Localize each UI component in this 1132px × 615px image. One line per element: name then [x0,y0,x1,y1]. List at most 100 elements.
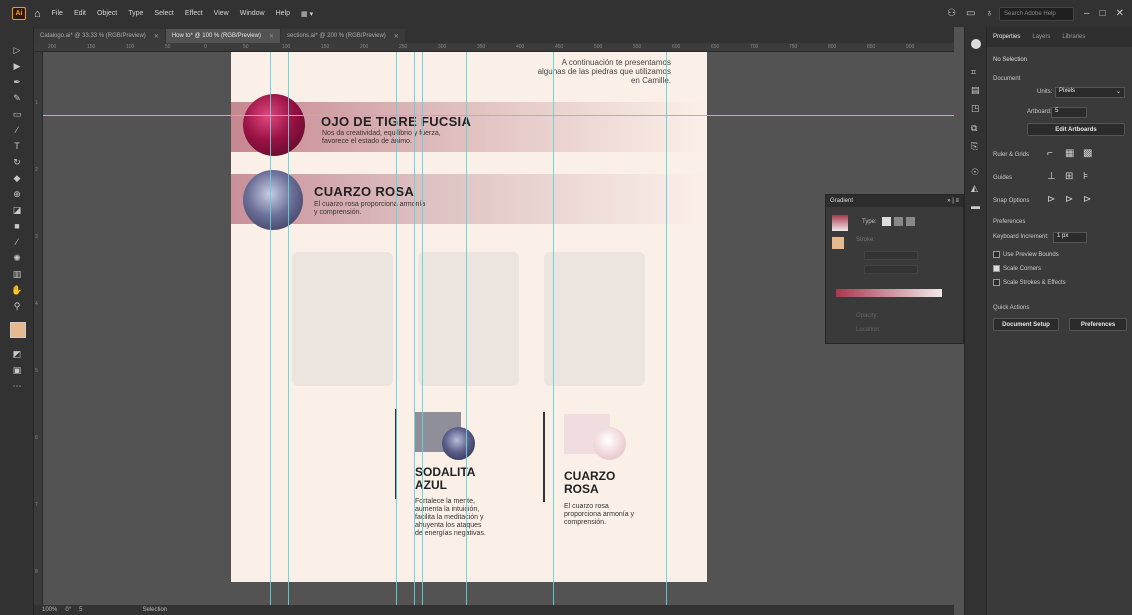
keyboard-increment-field[interactable]: 1 px [1053,232,1087,243]
vertical-guide[interactable] [288,52,289,605]
workspace-switcher-icon[interactable]: ▦ ▾ [301,10,313,18]
arrange-icon[interactable]: ▭ [966,8,975,19]
eyedropper-tool-icon[interactable]: ⁄ [10,235,24,249]
canvas[interactable]: A continuación te presentamos algunas de… [43,52,954,605]
symbol-sprayer-tool-icon[interactable]: ✺ [10,251,24,265]
minimize-icon[interactable]: – [1084,8,1090,19]
document-setup-button[interactable]: Document Setup [993,318,1059,331]
sodalita-stone-image[interactable] [442,427,475,460]
graph-tool-icon[interactable]: ▥ [10,267,24,281]
smart-guides-icon[interactable]: ⊧ [1083,171,1088,182]
tab-properties[interactable]: Properties [987,34,1026,40]
cuarzo-stone-image[interactable] [593,427,626,460]
vertical-guide[interactable] [553,52,554,605]
vertical-guide[interactable] [666,52,667,605]
scale-strokes-checkbox[interactable]: Scale Strokes & Effects [993,279,1066,286]
stone2-title[interactable]: CUARZO ROSA [314,184,414,199]
show-guides-icon[interactable]: ⊥ [1047,171,1056,182]
grid-icon[interactable]: ▦ [1065,148,1074,159]
horizontal-ruler[interactable]: 200 150 100 50 0 50 100 150 200 250 300 … [34,43,954,52]
home-icon[interactable]: ⌂ [34,8,41,20]
appearance-icon[interactable]: ☉ [971,167,979,178]
fill-swatch[interactable] [10,322,26,338]
eraser-tool-icon[interactable]: ◆ [10,171,24,185]
placeholder-card[interactable] [544,252,645,386]
menu-view[interactable]: View [214,10,229,17]
gradient-swatch[interactable] [832,215,848,231]
radial-gradient-icon[interactable] [894,217,903,226]
help-search-input[interactable]: Search Adobe Help [999,6,1074,21]
ruler-icon[interactable]: ⌐ [1047,148,1053,159]
more-tools-icon[interactable]: ⋯ [10,379,24,393]
use-preview-bounds-checkbox[interactable]: Use Preview Bounds [993,251,1059,258]
screen-mode-icon[interactable]: ▣ [10,363,24,377]
units-select[interactable]: Pixels ⌄ [1055,87,1125,98]
tab-catalogo[interactable]: Catalogo.ai* @ 33.33 % (RGB/Preview) ✕ [34,29,165,43]
vertical-ruler[interactable]: 1 2 3 4 5 6 7 8 [34,52,43,605]
rotate-tool-icon[interactable]: ↻ [10,155,24,169]
tiger-eye-stone-image[interactable] [243,94,305,156]
selection-tool-icon[interactable]: ▷ [10,43,24,57]
align-icon[interactable]: ▤ [971,85,980,96]
menu-edit[interactable]: Edit [74,10,86,17]
rose-quartz-stone-image[interactable] [243,170,303,230]
panel-menu-icon[interactable]: » | ≡ [947,198,959,204]
lock-guides-icon[interactable]: ⊞ [1065,171,1073,182]
snap-pixel-icon[interactable]: ⊳ [1083,194,1091,205]
color-panel-icon[interactable] [971,39,981,49]
close-tab-icon[interactable]: ✕ [394,33,399,40]
placeholder-card[interactable] [292,252,393,386]
export-icon[interactable]: ⎘ [971,141,978,152]
rotate-view-field[interactable]: 0° [65,607,71,613]
transparency-grid-icon[interactable]: ▩ [1083,148,1092,159]
snap-point-icon[interactable]: ⊳ [1047,194,1055,205]
share-icon[interactable]: ⚇ [947,8,956,19]
snap-grid-icon[interactable]: ⊳ [1065,194,1073,205]
gradient-panel-header[interactable]: Gradient » | ≡ [826,195,963,207]
menu-select[interactable]: Select [154,10,173,17]
hand-tool-icon[interactable]: ✋ [10,283,24,297]
zoom-level-field[interactable]: 100% [42,607,57,613]
menu-effect[interactable]: Effect [185,10,203,17]
vertical-guide[interactable] [270,52,271,605]
current-tool-status[interactable]: Selection [142,607,167,613]
gradient-icon[interactable]: ▬ [971,201,980,211]
tab-libraries[interactable]: Libraries [1056,34,1091,40]
artboard-navigator[interactable]: 5 [79,607,82,613]
horizontal-guide[interactable] [43,115,954,116]
type-tool-icon[interactable]: T [10,139,24,153]
edit-artboards-button[interactable]: Edit Artboards [1027,123,1125,136]
menu-object[interactable]: Object [97,10,117,17]
vertical-guide[interactable] [466,52,467,605]
gradient-tool-icon[interactable]: ■ [10,219,24,233]
artboard-select[interactable]: 5 [1051,107,1087,118]
cuarzo-description[interactable]: El cuarzo rosa proporciona armonía y com… [564,503,634,527]
aspect-ratio-field[interactable] [864,265,918,274]
intro-text[interactable]: A continuación te presentamos algunas de… [538,58,671,85]
tab-how-to[interactable]: How to* @ 100 % (RGB/Preview) ✕ [165,29,280,43]
close-tab-icon[interactable]: ✕ [269,33,274,40]
pen-tool-icon[interactable]: ✒ [10,75,24,89]
fill-stroke-swatch[interactable] [832,237,844,249]
paintbrush-tool-icon[interactable]: ⁄ [10,123,24,137]
close-tab-icon[interactable]: ✕ [154,33,159,40]
angle-field[interactable] [864,251,918,260]
divider-line[interactable] [543,412,545,502]
shape-builder-tool-icon[interactable]: ◪ [10,203,24,217]
vertical-guide[interactable] [422,52,423,605]
scale-corners-checkbox[interactable]: Scale Corners [993,265,1041,272]
menu-type[interactable]: Type [128,10,143,17]
warp-tool-icon[interactable]: ⊕ [10,187,24,201]
preferences-button[interactable]: Preferences [1069,318,1127,331]
sodalita-description[interactable]: Fortalece la mente, aumenta la intuición… [415,498,486,538]
rectangle-tool-icon[interactable]: ▭ [10,107,24,121]
tab-layers[interactable]: Layers [1026,34,1056,40]
zoom-tool-icon[interactable]: ⚲ [10,299,24,313]
stone2-description[interactable]: El cuarzo rosa proporciona armonía y com… [314,201,425,217]
draw-mode-icon[interactable]: ◩ [10,347,24,361]
placeholder-card[interactable] [418,252,519,386]
vertical-guide[interactable] [414,52,415,605]
close-icon[interactable]: ✕ [1116,8,1124,19]
freeform-gradient-icon[interactable] [906,217,915,226]
linear-gradient-icon[interactable] [882,217,891,226]
